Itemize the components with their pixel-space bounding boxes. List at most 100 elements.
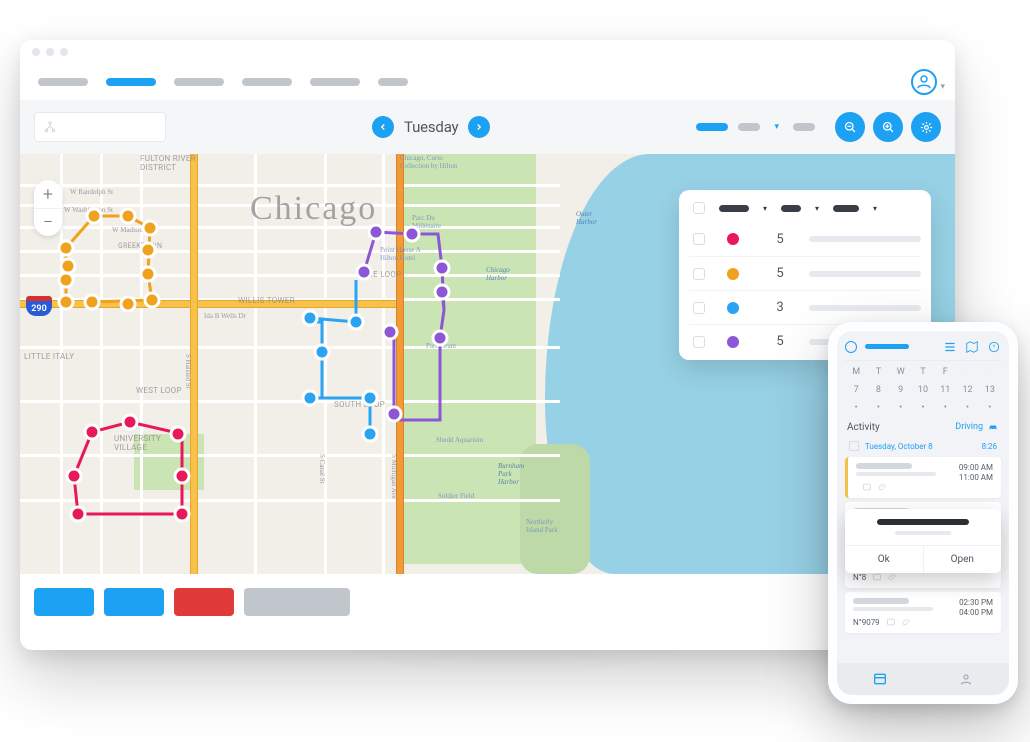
label-michigan: S Michigan Ave xyxy=(390,454,398,499)
label-chicago-harbor: Chicago Harbor xyxy=(486,266,510,282)
checkbox[interactable] xyxy=(693,336,705,348)
legend-row[interactable]: 5 xyxy=(689,256,921,290)
dialog: Ok Open xyxy=(845,509,1001,573)
chevron-left-icon xyxy=(378,122,388,132)
user-icon[interactable] xyxy=(845,341,857,353)
dialog-ok-button[interactable]: Ok xyxy=(845,546,923,573)
nav-item-active[interactable] xyxy=(106,78,156,86)
tab-profile[interactable] xyxy=(923,663,1009,695)
zoom-in-button[interactable] xyxy=(873,112,903,142)
dialog-title xyxy=(877,519,969,525)
nav-item[interactable] xyxy=(310,78,360,86)
map-icon[interactable] xyxy=(965,340,979,354)
view-pill[interactable] xyxy=(793,123,815,131)
mobile-preview: MTWTF·· 78910111213 ••••••• Activity Dri… xyxy=(828,322,1018,704)
checkbox[interactable] xyxy=(693,268,705,280)
date-navigator: Tuesday xyxy=(372,116,490,138)
prev-day-button[interactable] xyxy=(372,116,394,138)
label-randolph: W Randolph St xyxy=(70,188,113,196)
action-danger-button[interactable] xyxy=(174,588,234,616)
dialog-open-button[interactable]: Open xyxy=(923,546,1002,573)
view-switcher[interactable]: ▾ xyxy=(696,122,815,132)
label-fulton: FULTON RIVER DISTRICT xyxy=(140,154,196,172)
route-color-dot xyxy=(727,336,739,348)
checkbox-icon[interactable] xyxy=(849,441,859,451)
view-pill-active[interactable] xyxy=(696,123,728,131)
status-icon[interactable] xyxy=(987,340,1001,354)
week-day-row: MTWTF·· xyxy=(845,361,1001,379)
schedule-item[interactable]: 09:00 AM11:00 AM xyxy=(845,457,1001,498)
calendar-icon xyxy=(872,572,882,582)
action-secondary-button[interactable] xyxy=(244,588,350,616)
attachment-icon xyxy=(902,617,912,627)
schedule-item[interactable]: 02:30 PM04:00 PMN°9079 xyxy=(845,592,1001,633)
view-pill[interactable] xyxy=(738,123,760,131)
action-bar xyxy=(20,574,955,630)
label-the-loop: THE LOOP xyxy=(362,270,402,279)
label-parc-grant: Parc Grant xyxy=(426,342,456,350)
zoom-out-button[interactable]: − xyxy=(34,208,62,236)
toolbar-icons xyxy=(835,112,941,142)
driving-label: Driving xyxy=(955,421,999,433)
gear-icon xyxy=(919,120,934,135)
checkbox[interactable] xyxy=(693,233,705,245)
nav-item[interactable] xyxy=(38,78,88,86)
zoom-out-button[interactable] xyxy=(835,112,865,142)
zoom-in-button[interactable]: + xyxy=(34,180,62,208)
toolbar: Tuesday ▾ xyxy=(20,100,955,154)
zoom-in-icon xyxy=(881,120,896,135)
calendar-icon xyxy=(886,617,896,627)
mobile-title xyxy=(865,344,909,349)
label-point-house: Point House A Hilton Hotel xyxy=(380,246,421,262)
nav-item[interactable] xyxy=(378,78,408,86)
label-willis: WILLIS TOWER xyxy=(238,296,295,305)
calendar-icon xyxy=(862,482,872,492)
nav-item[interactable] xyxy=(174,78,224,86)
label-northerly: Northerly Island Park xyxy=(526,518,558,534)
settings-button[interactable] xyxy=(911,112,941,142)
chevron-down-icon: ▾ xyxy=(940,82,945,92)
legend-row[interactable]: 5 xyxy=(689,222,921,256)
list-icon[interactable] xyxy=(943,340,957,354)
route-map[interactable]: 290 Chicago FULTON RIVER DISTRICT LITTLE… xyxy=(20,154,955,574)
label-soldier: Soldier Field xyxy=(438,492,474,500)
search-input[interactable] xyxy=(34,112,166,142)
label-shedd: Shedd Aquarium xyxy=(436,436,483,444)
item-id: N°8 xyxy=(853,573,866,582)
window-titlebar xyxy=(20,40,955,64)
label-burnham: Burnham Park Harbor xyxy=(498,462,524,486)
current-day-label: Tuesday xyxy=(404,118,458,136)
week-date-row[interactable]: 78910111213 xyxy=(845,379,1001,397)
label-canal: S Canal St xyxy=(318,454,326,484)
attachment-icon xyxy=(888,572,898,582)
checkbox[interactable] xyxy=(693,302,705,314)
mobile-header xyxy=(845,335,1001,361)
chevron-right-icon xyxy=(474,122,484,132)
label-university-village: UNIVERSITY VILLAGE xyxy=(114,434,161,452)
route-color-dot xyxy=(727,268,739,280)
user-avatar[interactable]: ▾ xyxy=(911,69,937,95)
item-id: N°9079 xyxy=(853,618,880,627)
zoom-out-icon xyxy=(843,120,858,135)
nav-item[interactable] xyxy=(242,78,292,86)
mobile-bottom-nav xyxy=(837,663,1009,695)
route-color-dot xyxy=(727,302,739,314)
action-primary-button[interactable] xyxy=(34,588,94,616)
label-washington: W Washington St xyxy=(64,206,113,214)
next-day-button[interactable] xyxy=(468,116,490,138)
map-zoom-control: + − xyxy=(34,180,62,236)
legend-row[interactable]: 3 xyxy=(689,290,921,324)
route-stop-count: 5 xyxy=(769,266,791,281)
label-parc-millenaire: Parc Du Millénaire xyxy=(412,214,441,230)
hierarchy-icon xyxy=(43,120,57,134)
tab-schedule[interactable] xyxy=(837,663,923,695)
user-icon xyxy=(915,73,933,91)
action-primary-button[interactable] xyxy=(104,588,164,616)
route-stop-count: 5 xyxy=(769,232,791,247)
label-outer-harbor: Outer Harbor xyxy=(576,210,597,226)
label-ida-wells: Ida B Wells Dr xyxy=(204,312,246,320)
label-madison: W Madison St xyxy=(112,226,152,234)
window-dot xyxy=(60,48,68,56)
route-stop-count: 5 xyxy=(769,334,791,349)
car-icon xyxy=(987,421,999,433)
